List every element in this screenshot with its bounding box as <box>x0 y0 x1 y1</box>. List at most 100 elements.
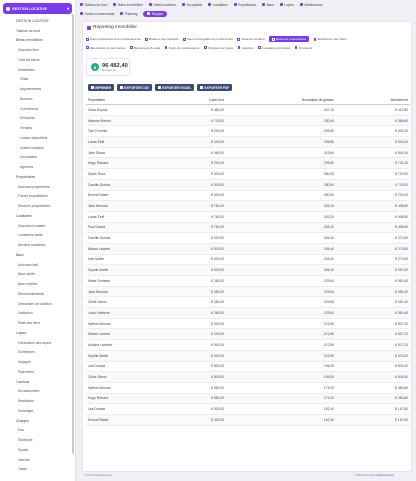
sidebar-item-locataires-actifs[interactable]: Locataires actifs <box>0 231 74 241</box>
sidebar-item-locataires[interactable]: Locataires <box>0 211 74 221</box>
tab-locataires-par-statut[interactable]: Locataires par statut <box>258 46 290 50</box>
table-cell-proprietaire: Jean Bernard <box>86 200 186 212</box>
sidebar-item-tableau-de-bord[interactable]: Tableau de bord <box>0 26 74 36</box>
sidebar-item-bureaux[interactable]: Bureaux <box>0 94 74 104</box>
sidebar-item-agences[interactable]: Agences <box>0 162 74 172</box>
sidebar-item-validation[interactable]: Validation <box>0 309 74 319</box>
tab-valorisation-du-patrimoine[interactable]: Valorisation du patrimoine <box>86 46 125 50</box>
top-nav-locataires[interactable]: Locataires <box>208 3 228 7</box>
sidebar-item-eau[interactable]: Eau <box>0 426 74 436</box>
imprimer-button[interactable]: IMPRIMER <box>88 84 115 91</box>
tab-prospects[interactable]: Prospects <box>294 46 312 50</box>
column-header-proprietaire[interactable]: Propriétaire <box>86 96 186 105</box>
table-cell-proprietaire: Jean Bernard <box>86 286 186 298</box>
sidebar-item-tous-les-biens[interactable]: Tous les biens <box>0 55 74 65</box>
sidebar-item-restitution[interactable]: Restitution <box>0 396 74 406</box>
sidebar-item-encaissement[interactable]: Encaissement <box>0 387 74 397</box>
sidebar-item-internet[interactable]: Internet <box>0 455 74 465</box>
table-cell-honoraires-de-gestion: 347,20 <box>226 104 336 116</box>
tab-label: Charges par types <box>207 45 234 50</box>
exporter-excel-button[interactable]: EXPORTER EXCEL <box>155 84 195 91</box>
sidebar-item-commerces[interactable]: Commerces <box>0 104 74 114</box>
sidebar-item-baux-actifs[interactable]: Baux actifs <box>0 270 74 280</box>
table-row: Emma Robert € 320,00 162,40 € 157,60 <box>86 414 410 426</box>
sidebar-item-fiches-proprietaires[interactable]: Fiches propriétaires <box>0 192 74 202</box>
sidebar-item-terrains[interactable]: Terrains <box>0 123 74 133</box>
sidebar-item-loyers[interactable]: Loyers <box>0 328 74 338</box>
column-header-montant-net[interactable]: Montant net <box>336 96 410 105</box>
sidebar-item-echeances[interactable]: Échéances <box>0 348 74 358</box>
tab-balance-des-impayes[interactable]: Balance des impayés <box>145 37 179 41</box>
tab-suivi-encaissement-encaissements[interactable]: Suivi encaissement & encaissements <box>86 37 141 41</box>
sidebar-item-gestion-locative[interactable]: GESTION LOCATIVE <box>0 16 74 26</box>
top-nav-rapport[interactable]: Rapport <box>143 10 168 17</box>
sidebar-item-taxes[interactable]: Taxes <box>0 465 74 475</box>
exporter-csv-button[interactable]: EXPORTER CSV <box>117 84 153 91</box>
tab-rendement-etats[interactable]: Rendement & états <box>129 46 160 50</box>
table-cell-proprietaire: Julie Girard <box>86 147 186 159</box>
top-nav-planning[interactable]: Planning <box>120 12 137 16</box>
sidebar-item-biens-immobiliers[interactable]: Biens immobiliers <box>0 36 74 46</box>
table-cell-montant-net: € 720,00 <box>336 190 410 202</box>
sidebar-item-syndic[interactable]: Syndic <box>0 445 74 455</box>
sidebar-item-immeubles[interactable]: Immeubles <box>0 65 74 75</box>
tab-couts-de-maintenance[interactable]: Coûts de maintenance <box>164 46 200 50</box>
top-nav-gestion-commerciale[interactable]: Gestion commerciale <box>80 12 114 16</box>
table-cell-proprietaire: Lucas Petit <box>86 211 186 223</box>
table-row: Manon Laurent € 520,00 246,40 € 273,60 <box>86 243 410 255</box>
sidebar-item-nouveau-bail[interactable]: Nouveau bail <box>0 260 74 270</box>
footer-crafted-by[interactable]: by GotMaintenance <box>372 474 395 477</box>
sidebar-item-electricite[interactable]: Électricité <box>0 435 74 445</box>
sidebar-item-nouveau-bien[interactable]: Nouveau bien <box>0 45 74 55</box>
table-cell-loyer-brut: € 240,00 <box>186 157 226 170</box>
exporter-pdf-button[interactable]: EXPORTER PDF <box>197 84 233 91</box>
sidebar-item-etats-des-lieux[interactable]: États des lieux <box>0 318 74 328</box>
sidebar-item-baux[interactable]: Baux <box>0 250 74 260</box>
tab-charges-par-types[interactable]: Charges par types <box>204 46 233 50</box>
top-nav-loyers[interactable]: Loyers <box>279 3 294 7</box>
sidebar-item-historique[interactable]: Historique <box>0 406 74 416</box>
table-row: Hugo Richard € 240,00 296,80 € 721,20 <box>86 157 410 170</box>
sidebar-item-generation-des-loyers[interactable]: Génération des loyers <box>0 338 74 348</box>
table-cell-proprietaire: Manon Laurent <box>86 243 186 255</box>
table-cell-proprietaire: Camille Dubois <box>86 179 186 191</box>
sidebar-item-entrepots[interactable]: Entrepôts <box>0 114 74 124</box>
sidebar-item-demandes-de-location[interactable]: Demandes de location <box>0 299 74 309</box>
sidebar-item-paiements[interactable]: Paiements <box>0 367 74 377</box>
table-row: Emma Robert € 000,00 280,00 € 720,00 <box>86 190 410 202</box>
top-nav-unites-locatives[interactable]: Unités locatives <box>148 3 176 7</box>
top-nav-maintenance[interactable]: Maintenance <box>299 3 323 7</box>
sidebar-item-charges[interactable]: Charges <box>0 416 74 426</box>
top-nav-biens-immobiliers[interactable]: Biens immobiliers <box>113 3 143 7</box>
top-nav-proprietaires[interactable]: Propriétaires <box>233 3 256 7</box>
top-nav-baux[interactable]: Baux <box>262 3 274 7</box>
page-title: Reporting immobilier <box>87 25 137 30</box>
column-header-loyer-brut[interactable]: Loyer brut <box>186 96 226 105</box>
tab-vacance-location[interactable]: Vacance location <box>237 37 265 41</box>
sidebar-item-locaux-industriels[interactable]: Locaux industriels <box>0 133 74 143</box>
sidebar-item-renouvellements[interactable]: Renouvellements <box>0 289 74 299</box>
sidebar-item-anciens-locataires[interactable]: Anciens locataires <box>0 240 74 250</box>
sidebar-item-baux-expires[interactable]: Baux expirés <box>0 279 74 289</box>
tab-revenus-proprietaires[interactable]: Revenus propriétaires <box>269 36 310 43</box>
sidebar-scrollbar[interactable] <box>72 14 74 454</box>
sidebar-item-occupation[interactable]: Occupation <box>0 153 74 163</box>
tab-echeancier-des-baux[interactable]: Échéancier des baux <box>313 37 347 41</box>
sidebar-item-proprietaires[interactable]: Propriétaires <box>0 172 74 182</box>
table-cell-honoraires-de-gestion: 212,80 <box>226 339 336 351</box>
tab-cautions[interactable]: Cautions <box>237 46 254 50</box>
top-nav-tableau-de-bord[interactable]: Tableau de bord <box>80 3 107 7</box>
sidebar-item-nouveau-locataire[interactable]: Nouveau locataire <box>0 221 74 231</box>
table-cell-loyer-brut: € 560,00 <box>186 382 226 394</box>
tab-taux-d-occupation-productivites[interactable]: Taux d'occupation & productivités <box>183 37 233 41</box>
top-nav-occupation[interactable]: Occupation <box>181 3 202 7</box>
column-header-honoraires-de-gestion[interactable]: Honoraires de gestion <box>226 96 336 105</box>
sidebar-item-reverse-proprietaires[interactable]: Reversé propriétaires <box>0 201 74 211</box>
sidebar-item-villas[interactable]: Villas <box>0 75 74 85</box>
sidebar-item-nouveau-proprietaire[interactable]: Nouveau propriétaire <box>0 182 74 192</box>
sidebar-item-unites-locatives[interactable]: Unités locatives <box>0 143 74 153</box>
brand-menu-button[interactable]: GESTION LOCATIVE ▾ <box>3 3 72 14</box>
sidebar-item-cautions[interactable]: Cautions <box>0 377 74 387</box>
sidebar-item-appartements[interactable]: Appartements <box>0 84 74 94</box>
sidebar-item-impayes[interactable]: Impayés <box>0 357 74 367</box>
